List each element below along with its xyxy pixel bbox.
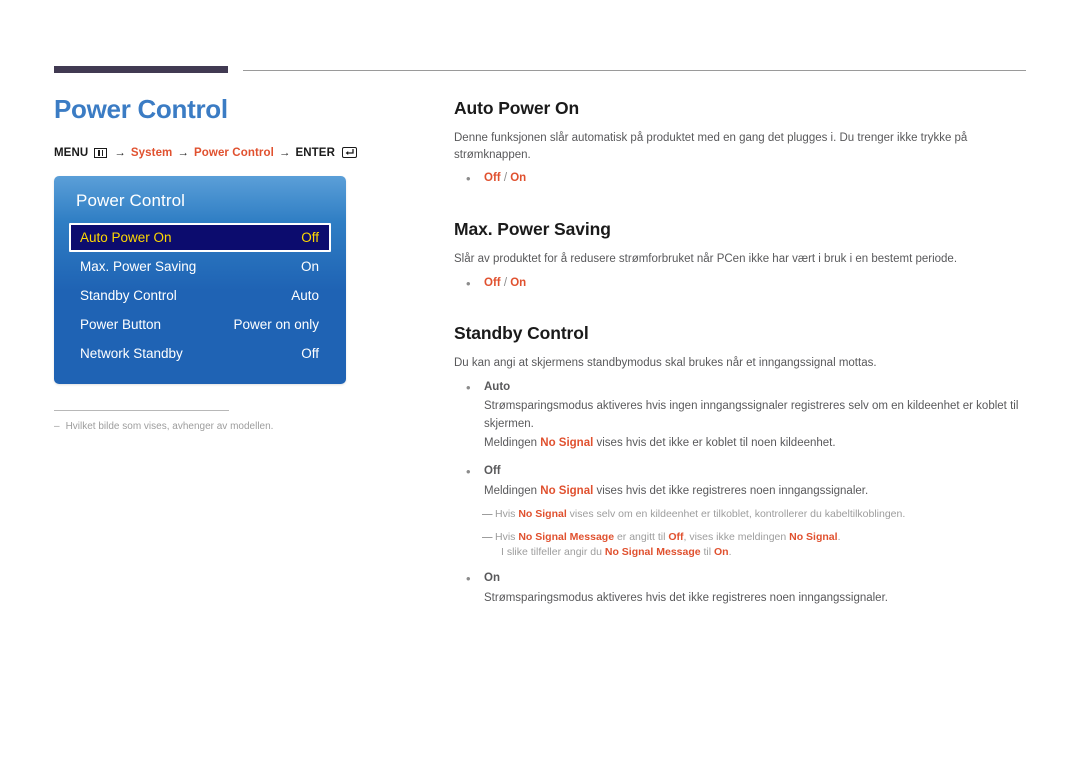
menu-path-menu-label: MENU	[54, 146, 89, 159]
menu-grid-icon	[94, 147, 108, 158]
right-column: Auto Power On Denne funksjonen slår auto…	[454, 98, 1034, 609]
text-pre: Hvis	[495, 530, 519, 543]
osd-row-max-power-saving[interactable]: Max. Power Saving On	[69, 252, 331, 281]
osd-row-auto-power-on[interactable]: Auto Power On Off	[69, 222, 331, 252]
dash-note-marker: —	[482, 530, 493, 543]
left-column: Power Control MENU → System → Power Cont…	[54, 94, 414, 434]
osd-row-label: Power Button	[80, 316, 162, 332]
text-pre: Meldingen	[484, 436, 541, 449]
menu-path-arrow-3: →	[278, 146, 291, 159]
bullet-icon: •	[466, 379, 471, 395]
term-no-signal: No Signal	[789, 530, 838, 543]
dash-note-1: — Hvis No Signal vises selv om en kildee…	[454, 507, 1034, 523]
option-detail-auto-line1: Strømsparingsmodus aktiveres hvis ingen …	[484, 400, 1019, 430]
text-post: vises hvis det ikke er koblet til noen k…	[593, 436, 836, 449]
option-list-item-off: • Off	[454, 463, 1034, 481]
osd-row-label: Max. Power Saving	[80, 258, 197, 274]
option-values: Off / On	[484, 170, 526, 188]
option-detail-off-line1: Meldingen No Signal vises hvis det ikke …	[454, 483, 1034, 500]
osd-row-value: Off	[301, 229, 319, 245]
menu-path-breadcrumb: MENU → System → Power Control → ENTER	[54, 147, 414, 159]
header-accent-bar	[54, 66, 228, 73]
option-detail-on-line1: Strømsparingsmodus aktiveres hvis det ik…	[484, 591, 888, 604]
footnote-dash: –	[54, 420, 60, 432]
option-on: On	[510, 172, 527, 185]
text-pre: Meldingen	[484, 484, 541, 497]
option-label-on: On	[484, 572, 500, 585]
option-list-item-on: • On	[454, 570, 1034, 588]
menu-path-item-power-control[interactable]: Power Control	[194, 147, 274, 159]
dash-note-2: — Hvis No Signal Message er angitt til O…	[454, 530, 1034, 562]
option-values: Off / On	[484, 275, 526, 293]
dash-note-text: Hvis No Signal Message er angitt til Off…	[495, 530, 1034, 562]
option-separator: /	[503, 276, 508, 289]
bullet-icon: •	[466, 171, 471, 187]
dash-note-text: Hvis No Signal vises selv om en kildeenh…	[495, 507, 1034, 523]
osd-row-standby-control[interactable]: Standby Control Auto	[69, 281, 331, 310]
option-detail-auto-line2: Meldingen No Signal vises hvis det ikke …	[454, 435, 1034, 452]
option-list-item-max-power-saving: • Off / On	[454, 275, 1034, 293]
section-title-max-power-saving: Max. Power Saving	[454, 218, 611, 239]
bullet-icon: •	[466, 571, 471, 587]
header-rule-line	[243, 70, 1026, 71]
term-off: Off	[668, 530, 684, 543]
osd-row-network-standby[interactable]: Network Standby Off	[69, 339, 331, 368]
page-title: Power Control	[54, 94, 228, 124]
term-no-signal-message: No Signal Message	[518, 530, 615, 543]
text-cont-mid: til	[700, 546, 715, 559]
text-cont-post: .	[728, 546, 732, 559]
osd-panel-title: Power Control	[76, 190, 186, 210]
text-post: .	[837, 530, 841, 543]
option-label-off: Off	[484, 465, 501, 478]
text-post: vises hvis det ikke registreres noen inn…	[593, 484, 869, 497]
text-pre: Hvis	[495, 507, 519, 520]
dash-note-marker: —	[482, 507, 493, 520]
term-no-signal-message: No Signal Message	[604, 546, 701, 559]
option-list-item-auto: • Auto	[454, 379, 1034, 397]
osd-row-value: Off	[301, 345, 319, 361]
option-off: Off	[484, 172, 501, 185]
bullet-icon: •	[466, 275, 471, 291]
osd-row-label: Auto Power On	[80, 229, 172, 245]
menu-path-enter-label: ENTER	[295, 146, 335, 159]
term-no-signal: No Signal	[540, 484, 594, 497]
text-mid-2: , vises ikke meldingen	[683, 530, 790, 543]
section-description-auto-power-on: Denne funksjonen slår automatisk på prod…	[454, 132, 968, 161]
dash-note-continuation: I slike tilfeller angir du No Signal Mes…	[495, 545, 1034, 561]
option-separator: /	[503, 172, 508, 185]
option-off: Off	[484, 276, 501, 289]
osd-row-value: Power on only	[233, 316, 319, 332]
option-on: On	[510, 276, 527, 289]
osd-panel: Power Control Auto Power On Off Max. Pow…	[54, 175, 346, 384]
section-title-auto-power-on: Auto Power On	[454, 98, 580, 118]
page-root: Power Control MENU → System → Power Cont…	[0, 0, 1080, 763]
osd-row-label: Standby Control	[80, 287, 177, 303]
section-description-standby-control: Du kan angi at skjermens standbymodus sk…	[454, 357, 877, 370]
footnote-separator	[54, 409, 229, 411]
bullet-icon: •	[466, 464, 471, 480]
osd-row-label: Network Standby	[80, 345, 183, 361]
menu-path-arrow-1: →	[114, 146, 126, 159]
footnote-text: Hvilket bilde som vises, avhenger av mod…	[65, 420, 274, 432]
section-title-standby-control: Standby Control	[454, 323, 589, 344]
enter-key-icon	[341, 147, 357, 159]
term-no-signal: No Signal	[540, 436, 594, 449]
text-mid-1: er angitt til	[614, 530, 669, 543]
option-list-item-auto-power-on: • Off / On	[454, 170, 1034, 188]
section-description-max-power-saving: Slår av produktet for å redusere strømfo…	[454, 252, 958, 265]
osd-row-power-button[interactable]: Power Button Power on only	[69, 310, 331, 339]
footnote: – Hvilket bilde som vises, avhenger av m…	[54, 420, 414, 434]
osd-row-value: Auto	[291, 287, 319, 303]
term-on: On	[714, 546, 729, 559]
text-cont-pre: I slike tilfeller angir du	[501, 546, 605, 559]
option-label-auto: Auto	[484, 380, 511, 393]
term-no-signal: No Signal	[518, 507, 567, 520]
osd-row-value: On	[300, 258, 319, 274]
text-post: vises selv om en kildeenhet er tilkoblet…	[566, 507, 906, 520]
menu-path-arrow-2: →	[177, 146, 189, 159]
menu-path-item-system[interactable]: System	[131, 147, 173, 159]
